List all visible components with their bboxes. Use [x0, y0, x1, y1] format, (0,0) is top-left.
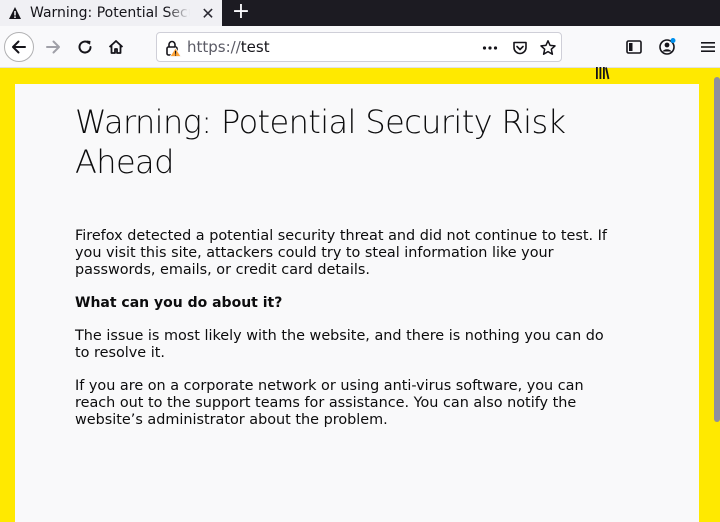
page-actions-button[interactable] — [480, 38, 500, 58]
forward-button[interactable] — [38, 32, 68, 62]
hamburger-menu-icon — [701, 42, 715, 52]
tab-title: Warning: Potential Security Risk Ahead — [30, 5, 190, 21]
back-button[interactable] — [4, 32, 34, 62]
back-arrow-icon — [12, 40, 26, 54]
pocket-icon — [513, 41, 527, 55]
new-tab-button[interactable]: + — [230, 1, 252, 23]
account-icon — [659, 38, 676, 55]
library-icon — [596, 67, 610, 80]
bookmark-button[interactable] — [538, 38, 558, 58]
corporate-network-note: If you are on a corporate network or usi… — [75, 378, 584, 428]
tab-active[interactable]: Warning: Potential Security Risk Ahead ✕ — [0, 0, 222, 26]
error-content: Warning: Potential Security Risk Ahead F… — [75, 102, 620, 445]
star-icon — [540, 40, 556, 55]
home-button[interactable] — [101, 32, 131, 62]
close-tab-icon[interactable]: ✕ — [199, 4, 217, 23]
sidebar-icon — [626, 40, 642, 54]
warning-icon — [8, 6, 22, 20]
forward-arrow-icon — [46, 40, 60, 54]
url-text[interactable]: https://test — [187, 38, 270, 56]
page-title: Warning: Potential Security Risk Ahead — [75, 103, 566, 181]
page-scrollbar[interactable] — [714, 77, 720, 422]
url-bar[interactable]: https://test — [156, 32, 562, 62]
more-actions-icon — [482, 46, 498, 50]
url-scheme: https:// — [187, 38, 241, 56]
intro-text: Firefox detected a potential security th… — [75, 228, 607, 278]
reload-button[interactable] — [70, 32, 100, 62]
tab-bar: Warning: Potential Security Risk Ahead ✕… — [0, 0, 720, 26]
what-can-you-do-heading: What can you do about it? — [75, 295, 283, 311]
sidebar-button[interactable] — [623, 36, 645, 58]
insecure-lock-icon[interactable] — [164, 39, 182, 57]
url-host: test — [240, 38, 270, 56]
account-button[interactable] — [656, 36, 678, 58]
reload-icon — [78, 40, 92, 54]
issue-explanation: The issue is most likely with the websit… — [75, 328, 604, 361]
pocket-button[interactable] — [510, 38, 530, 58]
home-icon — [108, 40, 124, 54]
library-button[interactable] — [592, 62, 614, 84]
app-menu-button[interactable] — [697, 36, 719, 58]
navigation-toolbar: https://test — [0, 26, 720, 80]
